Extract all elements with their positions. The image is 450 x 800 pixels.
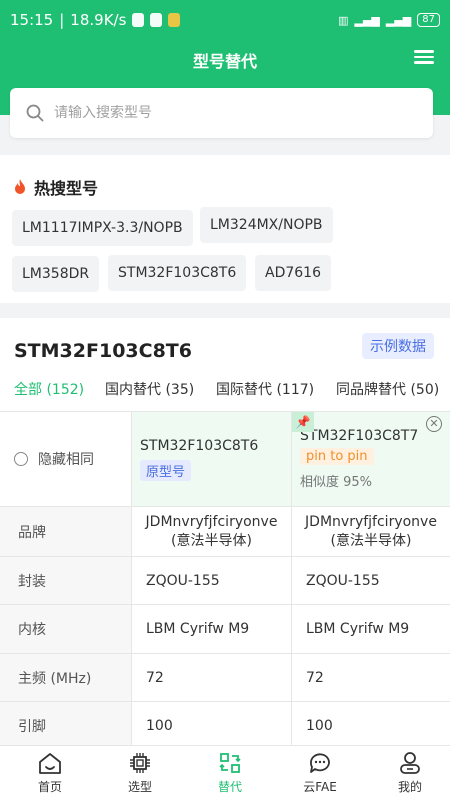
hot-chip[interactable]: LM358DR xyxy=(12,256,100,292)
row-label: 主频 (MHz) xyxy=(0,654,132,701)
hot-chip[interactable]: LM324MX/NOPB xyxy=(200,207,333,243)
row-value: 72 xyxy=(306,669,324,686)
tab-all[interactable]: 全部 (152) xyxy=(14,379,84,399)
tab-cloud-fae-label: 云FAE xyxy=(303,780,337,794)
compare-section: STM32F103C8T6 示例数据 全部 (152) 国内替代 (35) 国际… xyxy=(0,318,450,748)
pin-icon[interactable]: 📌 xyxy=(292,412,314,432)
status-time: 15:15 xyxy=(10,11,54,29)
user-icon xyxy=(400,752,420,774)
page-title: 型号替代 xyxy=(192,52,257,71)
table-row: 内核 LBM Cyrifw M9 LBM Cyrifw M9 xyxy=(0,604,450,653)
vibrate-icon: ▥ xyxy=(338,13,349,27)
hide-same-label: 隐藏相同 xyxy=(38,452,94,468)
app-icon xyxy=(132,13,145,27)
status-bar: 15:15 | 18.9K/s ▥ ▂▄▆ ▂▄▆ 87 xyxy=(0,0,450,40)
search-box[interactable] xyxy=(10,88,433,138)
hot-chip[interactable]: STM32F103C8T6 xyxy=(108,255,247,291)
part-title: STM32F103C8T6 xyxy=(14,340,192,362)
row-value: 72 xyxy=(132,654,292,701)
tab-mine[interactable]: 我的 xyxy=(365,750,450,795)
row-value: 100 xyxy=(306,717,333,734)
row-label: 内核 xyxy=(0,605,132,653)
alt-part-cell[interactable]: 📌 ✕ STM32F103C8T7 pin to pin 相似度 95% xyxy=(292,412,450,506)
row-value: LBM Cyrifw M9 xyxy=(132,605,292,653)
close-icon[interactable]: ✕ xyxy=(426,416,442,432)
row-value: JDMnvryfjfciryonve (意法半导体) xyxy=(132,507,292,556)
tab-international[interactable]: 国际替代 (117) xyxy=(216,379,314,399)
row-value: 100 xyxy=(132,702,292,748)
row-value: ZQOU-155 xyxy=(132,557,292,604)
hot-search-label: 热搜型号 xyxy=(34,179,99,198)
example-data-badge[interactable]: 示例数据 xyxy=(362,333,434,359)
app-bar: 型号替代 xyxy=(0,40,450,80)
signal-icon: ▂▄▆ xyxy=(385,13,412,27)
original-part-cell: STM32F103C8T6 原型号 xyxy=(132,412,292,506)
row-value: LBM Cyrifw M9 xyxy=(306,621,410,637)
app-icon xyxy=(150,13,163,27)
tab-home[interactable]: 首页 xyxy=(5,750,95,795)
table-row: 引脚 100 100 xyxy=(0,701,450,748)
tab-replace-label: 替代 xyxy=(217,780,242,794)
search-input[interactable] xyxy=(54,105,417,121)
similarity-text: 相似度 95% xyxy=(300,475,373,490)
signal-icon: ▂▄▆ xyxy=(354,13,380,27)
table-row: 主频 (MHz) 72 72 xyxy=(0,653,450,701)
original-part-name: STM32F103C8T6 xyxy=(140,437,259,454)
hot-chip[interactable]: LM1117IMPX-3.3/NOPB xyxy=(12,210,193,246)
menu-icon[interactable] xyxy=(414,47,434,67)
chat-icon xyxy=(310,753,330,773)
original-tag: 原型号 xyxy=(140,459,192,481)
status-speed: 18.9K/s xyxy=(70,11,127,29)
hot-search-title: 热搜型号 xyxy=(12,175,98,199)
row-label: 封装 xyxy=(0,557,132,604)
search-section xyxy=(0,80,450,150)
notification-icon xyxy=(168,13,181,27)
tab-same-brand[interactable]: 同品牌替代 (50) xyxy=(336,379,439,399)
row-value: JDMnvryfjfciryonve (意法半导体) xyxy=(305,513,437,549)
replace-icon xyxy=(219,753,241,773)
chip-icon xyxy=(130,753,150,773)
tab-domestic[interactable]: 国内替代 (35) xyxy=(105,379,194,399)
replacement-tabs: 全部 (152) 国内替代 (35) 国际替代 (117) 同品牌替代 (50) xyxy=(0,376,450,410)
battery-icon: 87 xyxy=(417,13,440,27)
home-icon xyxy=(39,753,61,774)
search-icon xyxy=(26,104,44,122)
pin-to-pin-tag: pin to pin xyxy=(300,448,374,465)
row-label: 引脚 xyxy=(0,702,132,748)
fire-icon xyxy=(15,179,25,194)
row-label: 品牌 xyxy=(0,507,132,556)
hide-same-toggle[interactable]: 隐藏相同 xyxy=(0,412,132,506)
tab-cloud-fae[interactable]: 云FAE xyxy=(275,750,365,795)
hot-search-section: 热搜型号 LM1117IMPX-3.3/NOPB LM324MX/NOPB LM… xyxy=(0,155,450,303)
tab-replace[interactable]: 替代 xyxy=(185,750,275,795)
table-row: 品牌 JDMnvryfjfciryonve (意法半导体) JDMnvryfjf… xyxy=(0,506,450,556)
tab-mine-label: 我的 xyxy=(397,780,422,794)
bottom-tab-bar: 首页 选型 替代 云FAE 我的 xyxy=(0,745,450,800)
table-row: 封装 ZQOU-155 ZQOU-155 xyxy=(0,556,450,604)
tab-home-label: 首页 xyxy=(37,780,62,794)
hot-chip[interactable]: AD7616 xyxy=(255,255,331,291)
radio-icon[interactable] xyxy=(14,452,28,466)
row-value: ZQOU-155 xyxy=(306,572,380,589)
alt-part-name: STM32F103C8T7 xyxy=(300,428,419,444)
table-header-row: 隐藏相同 STM32F103C8T6 原型号 📌 ✕ STM32F103C8T7… xyxy=(0,411,450,506)
tab-selection-label: 选型 xyxy=(127,780,152,794)
tab-selection[interactable]: 选型 xyxy=(95,750,185,795)
